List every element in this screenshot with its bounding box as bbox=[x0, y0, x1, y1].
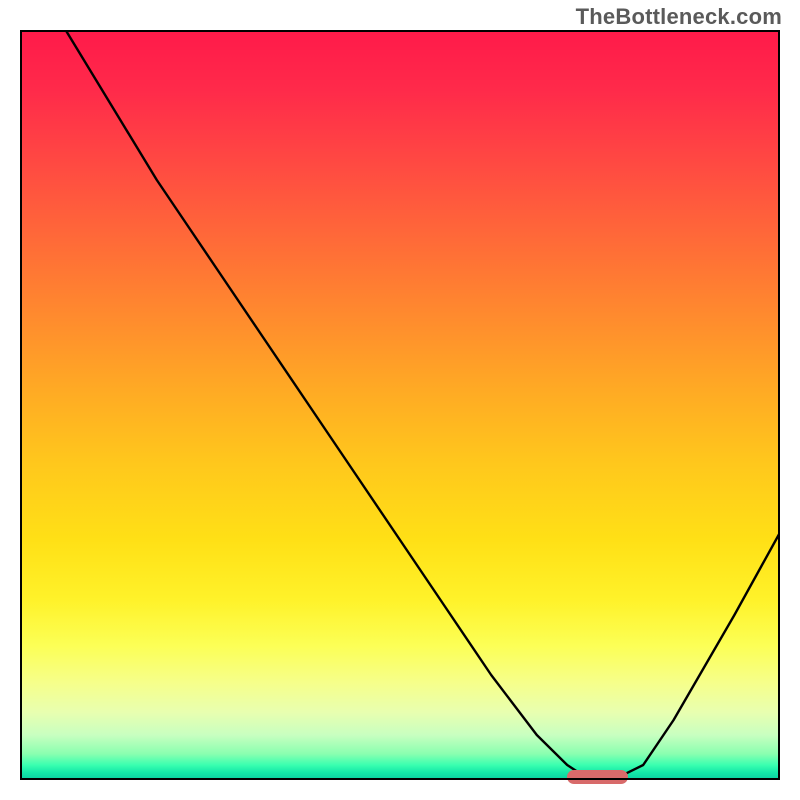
chart-line-svg bbox=[20, 30, 780, 780]
optimal-range-marker bbox=[567, 770, 628, 784]
bottleneck-curve-path bbox=[66, 30, 780, 780]
watermark-text: TheBottleneck.com bbox=[576, 4, 782, 30]
chart-plot-area bbox=[20, 30, 780, 780]
